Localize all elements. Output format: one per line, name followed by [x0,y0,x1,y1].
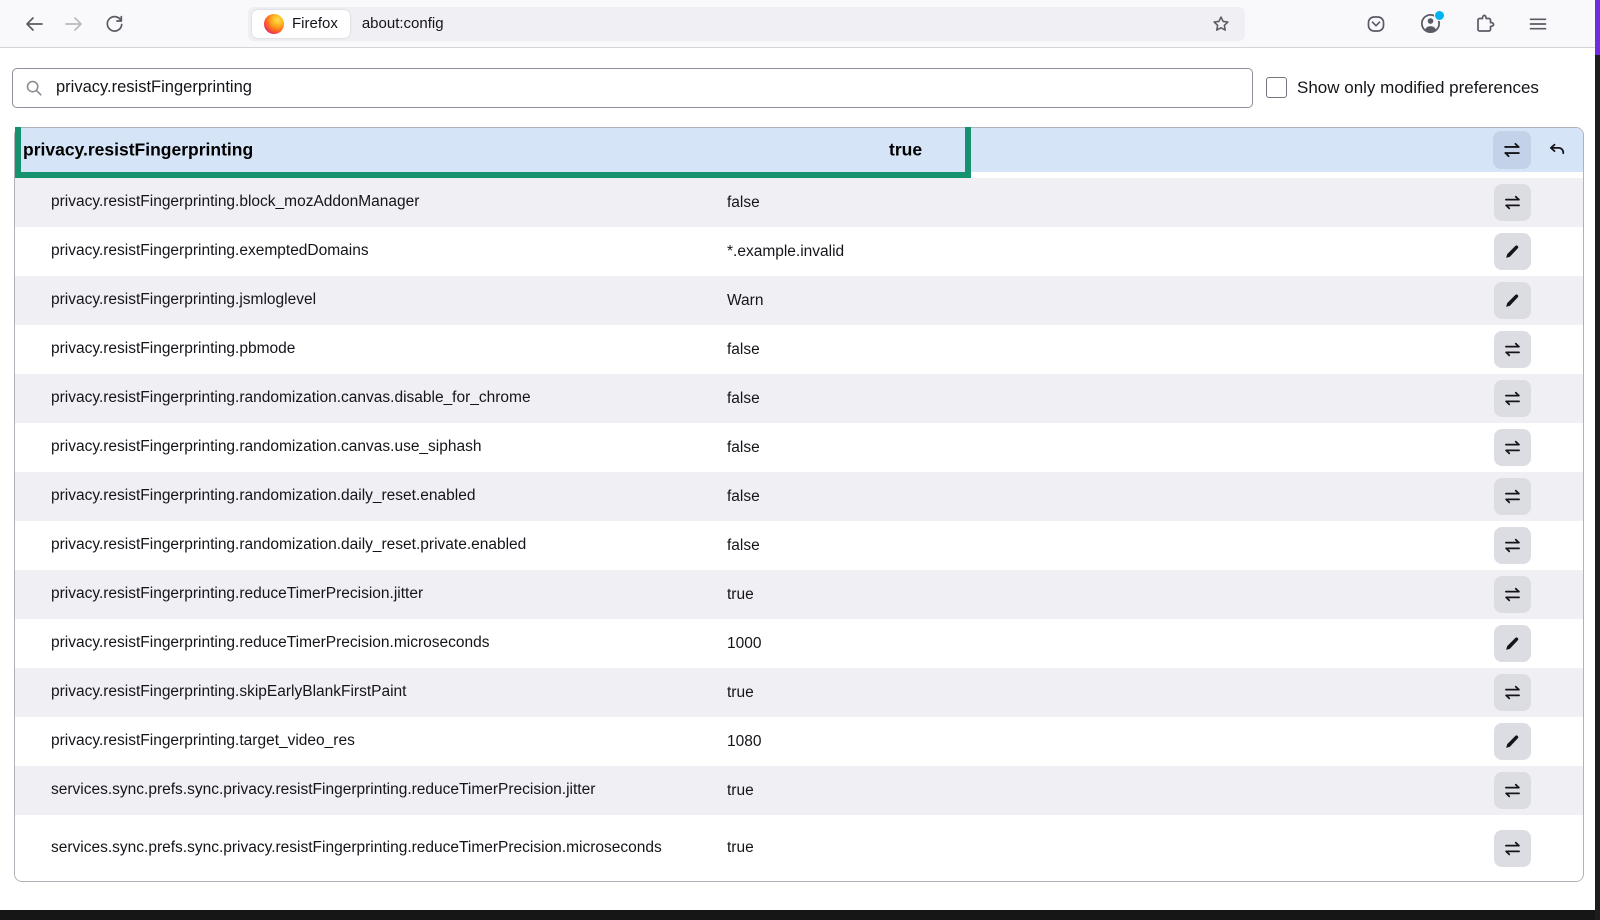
toggle-pref-button[interactable] [1494,830,1531,867]
pref-row[interactable]: privacy.resistFingerprinting.pbmode fals… [15,325,1583,374]
pref-value: false [727,341,1494,359]
extensions-puzzle-icon[interactable] [1464,6,1504,42]
bookmark-star-icon[interactable] [1201,6,1241,42]
edit-pref-button[interactable] [1494,723,1531,760]
screen-bottom-bar [0,910,1600,920]
toggle-pref-button[interactable] [1494,478,1531,515]
pref-value: false [727,194,1494,212]
pref-name: privacy.resistFingerprinting.jsmloglevel [15,288,727,312]
pref-row[interactable]: privacy.resistFingerprinting.reduceTimer… [15,619,1583,668]
show-modified-checkbox[interactable] [1266,77,1287,98]
menu-hamburger-icon[interactable] [1518,6,1558,42]
edit-pref-button[interactable] [1494,282,1531,319]
pref-row[interactable]: privacy.resistFingerprinting.skipEarlyBl… [15,668,1583,717]
pref-value: true [727,684,1494,702]
forward-button[interactable] [54,6,94,42]
selected-pref-row[interactable]: privacy.resistFingerprinting true [15,128,1583,172]
search-box[interactable] [12,68,1253,108]
pref-name: services.sync.prefs.sync.privacy.resistF… [15,778,727,802]
toggle-pref-button[interactable] [1494,380,1531,417]
config-search-section: Show only modified preferences [0,48,1600,127]
toolbar-right-icons [1356,6,1558,42]
account-button[interactable] [1410,6,1450,42]
selected-pref-value: true [889,140,922,161]
pref-name: privacy.resistFingerprinting.randomizati… [15,533,727,557]
search-icon [23,77,45,99]
search-input[interactable] [54,77,1242,98]
pref-row[interactable]: privacy.resistFingerprinting.randomizati… [15,521,1583,570]
account-icon[interactable] [1410,6,1450,42]
toggle-pref-button[interactable] [1494,429,1531,466]
browser-toolbar: Firefox about:config [0,0,1600,48]
firefox-logo-icon [264,14,284,34]
pref-row[interactable]: privacy.resistFingerprinting.randomizati… [15,423,1583,472]
edit-pref-button[interactable] [1494,233,1531,270]
pref-row[interactable]: privacy.resistFingerprinting.block_mozAd… [15,178,1583,227]
pref-row[interactable]: privacy.resistFingerprinting.exemptedDom… [15,227,1583,276]
pref-name: privacy.resistFingerprinting.target_vide… [15,729,727,753]
toggle-pref-button[interactable] [1494,576,1531,613]
pref-row[interactable]: privacy.resistFingerprinting.randomizati… [15,374,1583,423]
account-notification-dot [1434,10,1445,21]
pref-name: services.sync.prefs.sync.privacy.resistF… [15,836,727,860]
screen-edge-purple [1595,0,1600,55]
reset-pref-button[interactable] [1539,132,1575,168]
pref-name: privacy.resistFingerprinting.block_mozAd… [15,190,727,214]
pref-row[interactable]: privacy.resistFingerprinting.jsmloglevel… [15,276,1583,325]
site-identity-chip[interactable]: Firefox [252,10,350,38]
reload-button[interactable] [94,6,134,42]
pref-rows-list: privacy.resistFingerprinting.block_mozAd… [15,172,1583,881]
prefs-table: privacy.resistFingerprinting true privac… [14,127,1584,882]
pref-name: privacy.resistFingerprinting.skipEarlyBl… [15,680,727,704]
selected-pref-name: privacy.resistFingerprinting [23,140,253,161]
toggle-pref-button[interactable] [1494,674,1531,711]
pref-value: true [727,782,1494,800]
pref-value: 1080 [727,733,1494,751]
pref-row[interactable]: privacy.resistFingerprinting.randomizati… [15,472,1583,521]
pref-value: false [727,488,1494,506]
pref-value: true [727,839,1494,857]
pref-row[interactable]: services.sync.prefs.sync.privacy.resistF… [15,766,1583,815]
toggle-pref-button[interactable] [1493,131,1531,169]
pref-value: Warn [727,292,1494,310]
pref-name: privacy.resistFingerprinting.pbmode [15,337,727,361]
pref-value: *.example.invalid [727,243,1494,261]
pref-name: privacy.resistFingerprinting.reduceTimer… [15,631,727,655]
url-bar[interactable]: Firefox about:config [248,7,1245,41]
toggle-pref-button[interactable] [1494,527,1531,564]
edit-pref-button[interactable] [1494,625,1531,662]
back-button[interactable] [14,6,54,42]
site-identity-label: Firefox [292,15,338,32]
pref-name: privacy.resistFingerprinting.exemptedDom… [15,239,727,263]
pref-name: privacy.resistFingerprinting.randomizati… [15,484,727,508]
screen-edge-dark [1595,55,1600,920]
toggle-pref-button[interactable] [1494,772,1531,809]
pref-name: privacy.resistFingerprinting.randomizati… [15,435,727,459]
pref-value: 1000 [727,635,1494,653]
pref-value: false [727,390,1494,408]
pref-value: false [727,439,1494,457]
show-modified-label: Show only modified preferences [1297,78,1539,98]
toggle-pref-button[interactable] [1494,184,1531,221]
show-modified-wrap: Show only modified preferences [1266,77,1539,98]
pocket-icon[interactable] [1356,6,1396,42]
toggle-pref-button[interactable] [1494,331,1531,368]
pref-value: true [727,586,1494,604]
pref-row[interactable]: privacy.resistFingerprinting.reduceTimer… [15,570,1583,619]
pref-name: privacy.resistFingerprinting.reduceTimer… [15,582,727,606]
url-text: about:config [362,15,1201,32]
pref-row[interactable]: services.sync.prefs.sync.privacy.resistF… [15,815,1583,881]
pref-value: false [727,537,1494,555]
pref-row[interactable]: privacy.resistFingerprinting.target_vide… [15,717,1583,766]
pref-name: privacy.resistFingerprinting.randomizati… [15,386,727,410]
